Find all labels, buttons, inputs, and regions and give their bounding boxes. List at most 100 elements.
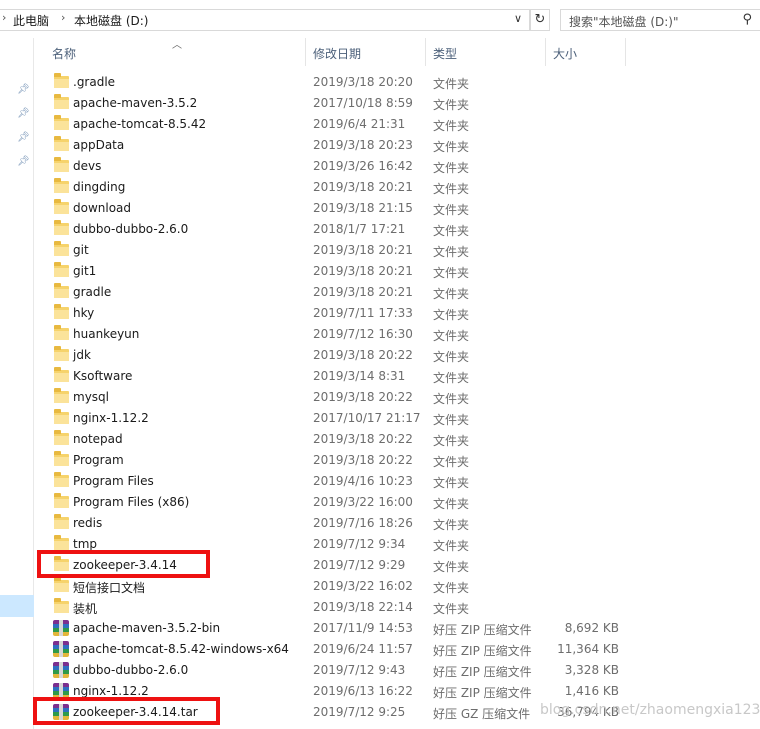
file-date: 2019/3/26 16:42 bbox=[313, 159, 413, 173]
file-type: 好压 GZ 压缩文件 bbox=[433, 707, 531, 721]
nav-selected-item[interactable] bbox=[0, 595, 34, 617]
file-row[interactable]: dubbo-dubbo-2.6.0 2019/7/12 9:43 好压 ZIP 压缩… bbox=[34, 660, 760, 681]
file-row[interactable]: apache-maven-3.5.2 2017/10/18 8:59 文件夹 bbox=[34, 93, 760, 114]
file-row[interactable]: redis 2019/7/16 18:26 文件夹 bbox=[34, 513, 760, 534]
column-header-date[interactable]: 修改日期 bbox=[313, 45, 361, 62]
search-input[interactable]: 搜索"本地磁盘 (D:)" ⚲ bbox=[560, 9, 760, 31]
file-date: 2019/3/18 20:21 bbox=[313, 264, 413, 278]
file-row[interactable]: devs 2019/3/26 16:42 文件夹 bbox=[34, 156, 760, 177]
folder-icon bbox=[54, 472, 69, 487]
file-row[interactable]: 短信接口文档 2019/3/22 16:02 文件夹 bbox=[34, 576, 760, 597]
file-type: 好压 ZIP 压缩文件 bbox=[433, 644, 532, 658]
column-divider[interactable] bbox=[305, 38, 306, 66]
file-date: 2019/7/16 18:26 bbox=[313, 516, 413, 530]
chevron-right-icon: › bbox=[2, 11, 7, 24]
breadcrumb-this-pc[interactable]: 此电脑 bbox=[13, 12, 49, 29]
file-name: apache-maven-3.5.2 bbox=[73, 96, 198, 110]
file-type: 文件夹 bbox=[433, 560, 470, 574]
folder-icon bbox=[54, 304, 69, 319]
file-row[interactable]: hky 2019/7/11 17:33 文件夹 bbox=[34, 303, 760, 324]
file-name: devs bbox=[73, 159, 102, 173]
highlight-box bbox=[37, 550, 210, 578]
file-row[interactable]: notepad 2019/3/18 20:22 文件夹 bbox=[34, 429, 760, 450]
folder-icon bbox=[54, 514, 69, 529]
file-size: 11,364 KB bbox=[557, 642, 619, 656]
file-date: 2017/10/18 8:59 bbox=[313, 96, 413, 110]
file-row[interactable]: Ksoftware 2019/3/14 8:31 文件夹 bbox=[34, 366, 760, 387]
file-type: 文件夹 bbox=[433, 413, 470, 427]
file-row[interactable]: gradle 2019/3/18 20:21 文件夹 bbox=[34, 282, 760, 303]
refresh-button[interactable]: ↻ bbox=[530, 9, 550, 31]
folder-icon bbox=[54, 367, 69, 382]
file-date: 2019/3/18 20:22 bbox=[313, 390, 413, 404]
folder-icon bbox=[54, 493, 69, 508]
column-header-size[interactable]: 大小 bbox=[553, 45, 577, 62]
breadcrumb-drive-d[interactable]: 本地磁盘 (D:) bbox=[74, 12, 148, 29]
file-name: tmp bbox=[73, 537, 98, 551]
file-name: git1 bbox=[73, 264, 97, 278]
file-row[interactable]: Program Files (x86) 2019/3/22 16:00 文件夹 bbox=[34, 492, 760, 513]
file-row[interactable]: git 2019/3/18 20:21 文件夹 bbox=[34, 240, 760, 261]
file-name: notepad bbox=[73, 432, 123, 446]
file-name: Program Files (x86) bbox=[73, 495, 190, 509]
folder-icon bbox=[54, 283, 69, 298]
file-date: 2017/10/17 21:17 bbox=[313, 411, 421, 425]
file-date: 2018/1/7 17:21 bbox=[313, 222, 406, 236]
file-name: jdk bbox=[73, 348, 91, 362]
file-row[interactable]: mysql 2019/3/18 20:22 文件夹 bbox=[34, 387, 760, 408]
file-type: 文件夹 bbox=[433, 581, 470, 595]
file-row[interactable]: git1 2019/3/18 20:21 文件夹 bbox=[34, 261, 760, 282]
file-row[interactable]: jdk 2019/3/18 20:22 文件夹 bbox=[34, 345, 760, 366]
file-row[interactable]: 装机 2019/3/18 22:14 文件夹 bbox=[34, 597, 760, 618]
file-date: 2019/3/18 22:14 bbox=[313, 600, 413, 614]
file-type: 文件夹 bbox=[433, 161, 470, 175]
column-header-name[interactable]: 名称 bbox=[52, 45, 76, 62]
file-row[interactable]: apache-tomcat-8.5.42 2019/6/4 21:31 文件夹 bbox=[34, 114, 760, 135]
search-icon[interactable]: ⚲ bbox=[742, 12, 752, 27]
file-type: 文件夹 bbox=[433, 182, 470, 196]
file-name: apache-tomcat-8.5.42 bbox=[73, 117, 207, 131]
file-type: 文件夹 bbox=[433, 329, 470, 343]
file-row[interactable]: .gradle 2019/3/18 20:20 文件夹 bbox=[34, 72, 760, 93]
file-type: 文件夹 bbox=[433, 203, 470, 217]
folder-icon bbox=[54, 535, 69, 550]
file-row[interactable]: Program Files 2019/4/16 10:23 文件夹 bbox=[34, 471, 760, 492]
file-name: download bbox=[73, 201, 132, 215]
file-type: 好压 ZIP 压缩文件 bbox=[433, 665, 532, 679]
folder-icon bbox=[54, 598, 69, 613]
file-type: 文件夹 bbox=[433, 476, 470, 490]
file-name: mysql bbox=[73, 390, 109, 404]
column-divider[interactable] bbox=[625, 38, 626, 66]
pin-icon[interactable]: 📌︎ bbox=[17, 108, 30, 119]
watermark: blog.csdn.net/zhaomengxia123 bbox=[540, 702, 760, 718]
file-date: 2019/3/22 16:02 bbox=[313, 579, 413, 593]
archive-icon bbox=[53, 662, 69, 678]
file-name: nginx-1.12.2 bbox=[73, 411, 149, 425]
file-date: 2019/3/18 20:20 bbox=[313, 75, 413, 89]
file-row[interactable]: apache-tomcat-8.5.42-windows-x64 2019/6/2… bbox=[34, 639, 760, 660]
file-date: 2019/7/12 9:43 bbox=[313, 663, 406, 677]
file-row[interactable]: huankeyun 2019/7/12 16:30 文件夹 bbox=[34, 324, 760, 345]
chevron-right-icon[interactable]: › bbox=[61, 11, 65, 24]
file-type: 文件夹 bbox=[433, 392, 470, 406]
file-row[interactable]: dingding 2019/3/18 20:21 文件夹 bbox=[34, 177, 760, 198]
chevron-down-icon[interactable]: ∨ bbox=[514, 12, 522, 25]
file-date: 2019/3/14 8:31 bbox=[313, 369, 406, 383]
column-divider[interactable] bbox=[425, 38, 426, 66]
file-date: 2019/3/18 20:22 bbox=[313, 453, 413, 467]
pin-icon[interactable]: 📌︎ bbox=[17, 132, 30, 143]
column-header-type[interactable]: 类型 bbox=[433, 45, 457, 62]
file-size: 1,416 KB bbox=[564, 684, 619, 698]
file-type: 文件夹 bbox=[433, 287, 470, 301]
address-bar: › 此电脑 › 本地磁盘 (D:) ∨ ↻ 搜索"本地磁盘 (D:)" ⚲ bbox=[0, 0, 760, 38]
file-row[interactable]: apache-maven-3.5.2-bin 2017/11/9 14:53 好压 … bbox=[34, 618, 760, 639]
pin-icon[interactable]: 📌︎ bbox=[17, 156, 30, 167]
file-row[interactable]: nginx-1.12.2 2017/10/17 21:17 文件夹 bbox=[34, 408, 760, 429]
file-row[interactable]: download 2019/3/18 21:15 文件夹 bbox=[34, 198, 760, 219]
file-row[interactable]: appData 2019/3/18 20:23 文件夹 bbox=[34, 135, 760, 156]
file-row[interactable]: Program 2019/3/18 20:22 文件夹 bbox=[34, 450, 760, 471]
file-type: 文件夹 bbox=[433, 245, 470, 259]
column-divider[interactable] bbox=[545, 38, 546, 66]
file-row[interactable]: dubbo-dubbo-2.6.0 2018/1/7 17:21 文件夹 bbox=[34, 219, 760, 240]
pin-icon[interactable]: 📌︎ bbox=[17, 84, 30, 95]
